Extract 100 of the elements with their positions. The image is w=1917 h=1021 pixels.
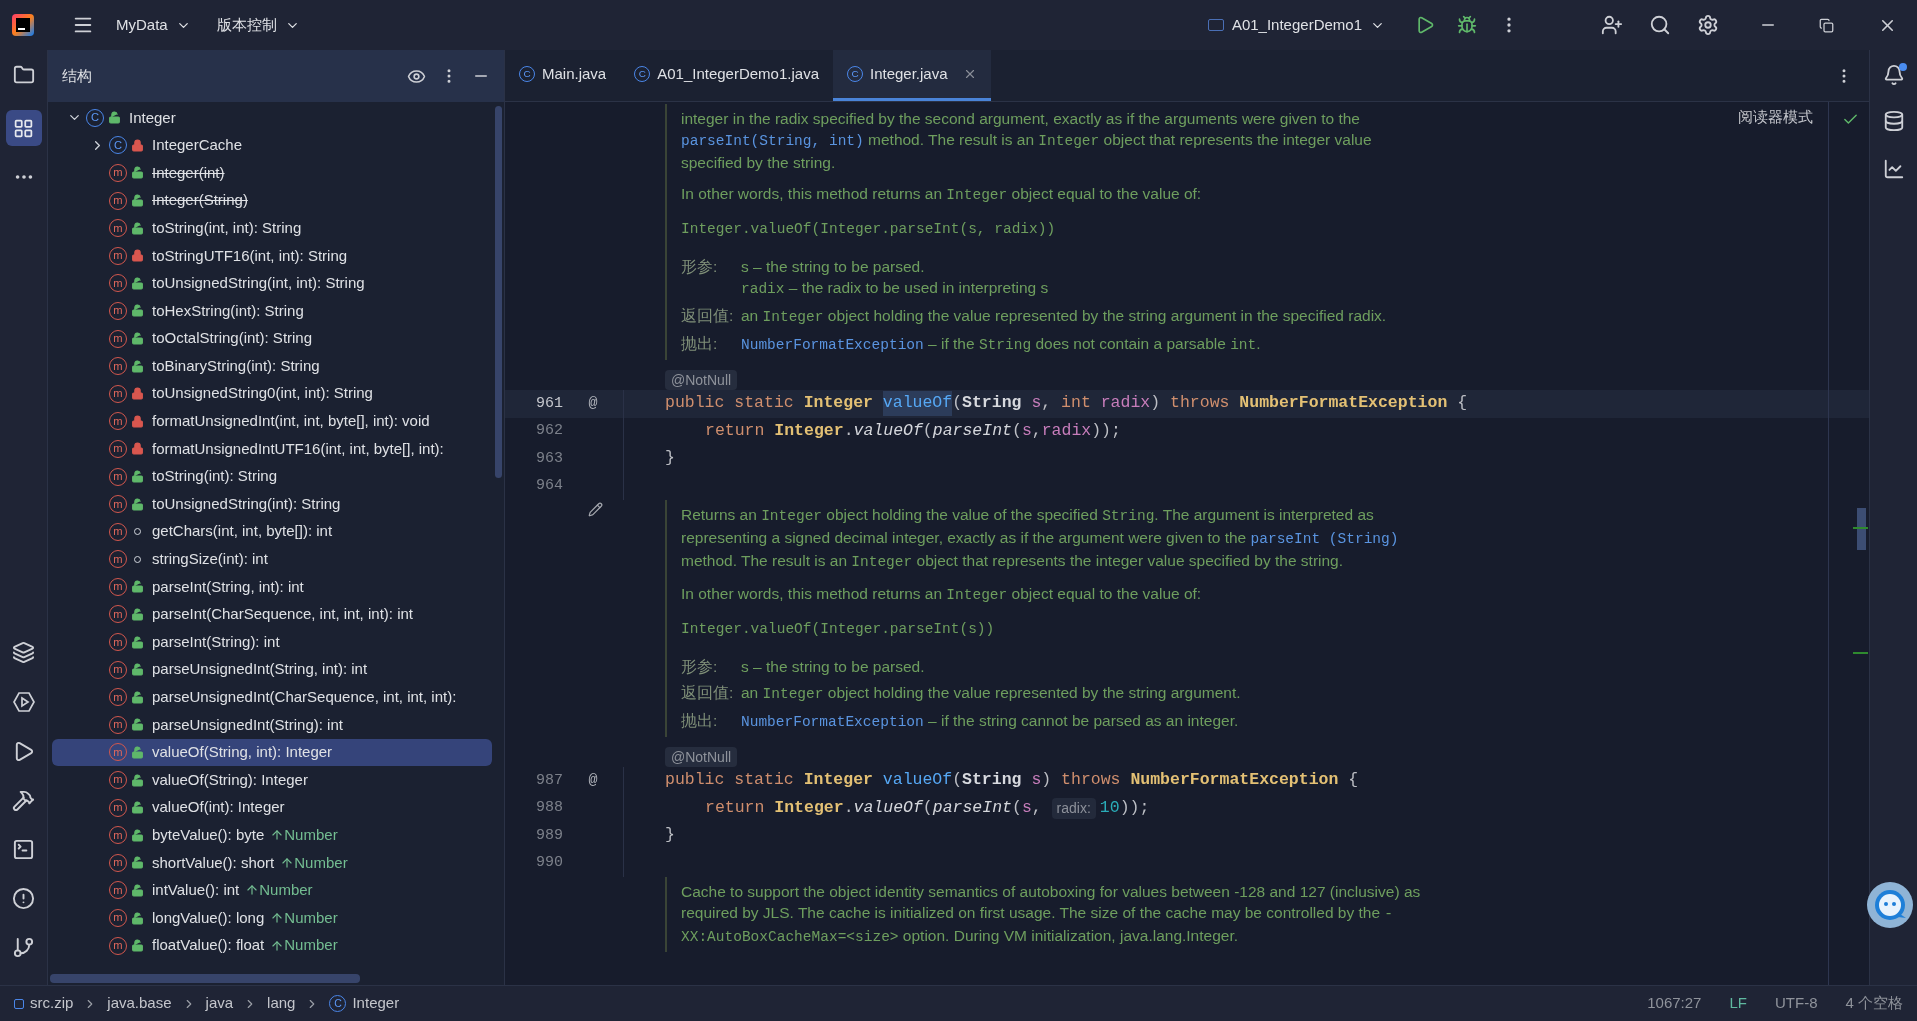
panel-title: 结构 [62,65,92,86]
run-icon[interactable] [1415,15,1435,35]
settings-icon[interactable] [1697,14,1719,36]
status-item[interactable]: UTF-8 [1775,992,1818,1015]
database-icon[interactable] [1882,110,1905,132]
app-logo-icon[interactable] [12,14,34,36]
breadcrumb[interactable]: java.base [107,992,172,1015]
scrollbar-thumb[interactable] [495,106,502,478]
gutter-marker[interactable]: @ [588,769,598,792]
tree-item[interactable]: m parseInt(CharSequence, int, int, int): int [52,600,492,629]
tree-item[interactable]: m longValue(): long Number [52,904,492,932]
editor-tab[interactable]: C Main.java [505,50,621,101]
tree-item[interactable]: m toHexString(int): String [52,297,492,325]
project-icon[interactable] [12,64,35,86]
line-number: 964 [535,476,563,496]
code-token: } [665,447,675,470]
breadcrumb[interactable]: lang [267,992,296,1015]
tree-item-label: valueOf(int): Integer [152,797,285,818]
run-config-dropdown[interactable]: A01_IntegerDemo1 [1207,13,1385,37]
tree-item[interactable]: m stringSize(int): int [52,545,492,574]
code-token: valueOf [882,769,953,792]
problems-icon[interactable] [12,887,35,910]
code-token: Integer [803,769,874,792]
breadcrumb[interactable]: C Integer [329,992,400,1015]
tree-item[interactable]: m floatValue(): float Number [52,931,492,960]
tree-item[interactable]: m valueOf(String): Integer [52,766,492,794]
tree-item-label: parseInt(String, int): int [152,576,304,597]
tree-item[interactable]: m byteValue(): byte Number [52,821,492,850]
terminal-icon[interactable] [12,838,35,861]
tree-item[interactable]: m parseUnsignedInt(String): int [52,711,492,739]
tree-item[interactable]: m parseInt(String): int [52,628,492,656]
doc-tag-label: 返回值: [681,306,735,326]
build-icon[interactable] [12,789,35,812]
edit-icon[interactable] [588,502,603,517]
editor-tab[interactable]: C A01_IntegerDemo1.java [620,50,833,101]
line-number: 962 [535,421,563,441]
doc-example: Integer.valueOf(Integer.parseInt(s)) [681,620,996,639]
debug-icon[interactable] [1457,15,1477,35]
tree-item[interactable]: m getChars(int, int, byte[]): int [52,517,492,546]
tree-item-label: parseUnsignedInt(CharSequence, int, int, int): [152,687,457,707]
notifications-icon[interactable] [1882,64,1905,86]
tree-item[interactable]: m toBinaryString(int): String [52,352,492,380]
tree-item[interactable]: m Integer(String) [52,186,492,215]
doc-tag-text: s – the string to be parsed. [741,657,925,677]
tree-item-label: Integer(String) [152,190,248,211]
status-item[interactable]: 4 个空格 [1845,992,1903,1015]
tree-item[interactable]: m parseInt(String, int): int [52,573,492,601]
code-token: ( [1011,796,1022,819]
tree-item[interactable]: m valueOf(String, int): Integer [52,738,492,767]
code-token: s [1021,796,1032,819]
doc-tag-label: 抛出: [681,334,719,354]
tree-item[interactable]: m toUnsignedString(int): String [52,490,492,518]
gutter-marker[interactable]: @ [588,392,598,415]
code-token: static [734,392,795,415]
restore-icon[interactable] [1819,17,1834,33]
breadcrumb[interactable]: src.zip [14,992,74,1015]
tree-item[interactable]: m valueOf(int): Integer [52,793,492,822]
doc-tag-text: NumberFormatException – if the String does not contain a parsable int. [741,334,1261,355]
tree-item-label: byteValue(): byte [152,825,265,845]
arrow-up-icon [270,828,285,843]
horizontal-scrollbar[interactable] [50,974,360,983]
tree-item[interactable]: m toStringUTF16(int, int): String [52,241,492,270]
tree-item[interactable]: m intValue(): int Number [52,876,492,905]
tree-item[interactable]: m toUnsignedString(int, int): String [52,269,492,298]
tree-item[interactable]: m toString(int): String [52,462,492,491]
layers-icon[interactable] [12,641,35,664]
status-item[interactable]: 1067:27 [1647,992,1702,1015]
add-user-icon[interactable] [1601,14,1623,36]
tree-item[interactable]: m toString(int, int): String [52,214,492,242]
code-token: public [665,392,726,415]
doc-tag-label: 返回值: [681,683,735,703]
structure-tool-button[interactable] [5,110,42,146]
doc-tag-label: 形参: [681,657,719,677]
tree-item-label: getChars(int, int, byte[]): int [152,521,333,542]
scrollbar-thumb[interactable] [1857,508,1866,550]
code-token: Integer [774,796,844,819]
tree-item[interactable]: m toOctalString(int): String [52,324,492,353]
project-dropdown[interactable]: MyData [116,13,191,37]
tree-item[interactable]: m parseUnsignedInt(String, int): int [52,655,492,684]
tree-item[interactable]: m toUnsignedString0(int, int): String [52,379,492,408]
code-token: } [665,824,675,847]
doc-example: Integer.valueOf(Integer.parseInt(s, radix)) [681,220,1057,239]
breadcrumb[interactable]: java [205,992,234,1015]
search-icon[interactable] [1649,14,1671,36]
tree-item[interactable]: m shortValue(): short Number [52,849,492,877]
chart-icon[interactable] [1882,158,1905,180]
tree-item[interactable]: m formatUnsignedIntUTF16(int, int, byte[], int): [52,435,492,463]
status-item[interactable]: LF [1729,992,1747,1015]
tree-item[interactable]: C Integer [52,104,492,132]
tree-item[interactable]: m parseUnsignedInt(CharSequence, int, int, int): [52,683,492,712]
editor-tab[interactable]: C Integer.java [833,50,991,101]
vcs-dropdown[interactable]: 版本控制 [216,13,300,37]
tree-item[interactable]: m Integer(int) [52,159,492,187]
tree-item[interactable]: m formatUnsignedInt(int, int, byte[], int): void [52,407,492,436]
line-number: 963 [535,448,563,469]
tree-item[interactable]: C IntegerCache [52,131,492,160]
git-branch-icon[interactable] [12,936,35,959]
services-icon[interactable] [11,690,36,714]
inherited-from-label: Number [259,880,313,901]
chat-assistant-icon[interactable] [1867,882,1913,928]
